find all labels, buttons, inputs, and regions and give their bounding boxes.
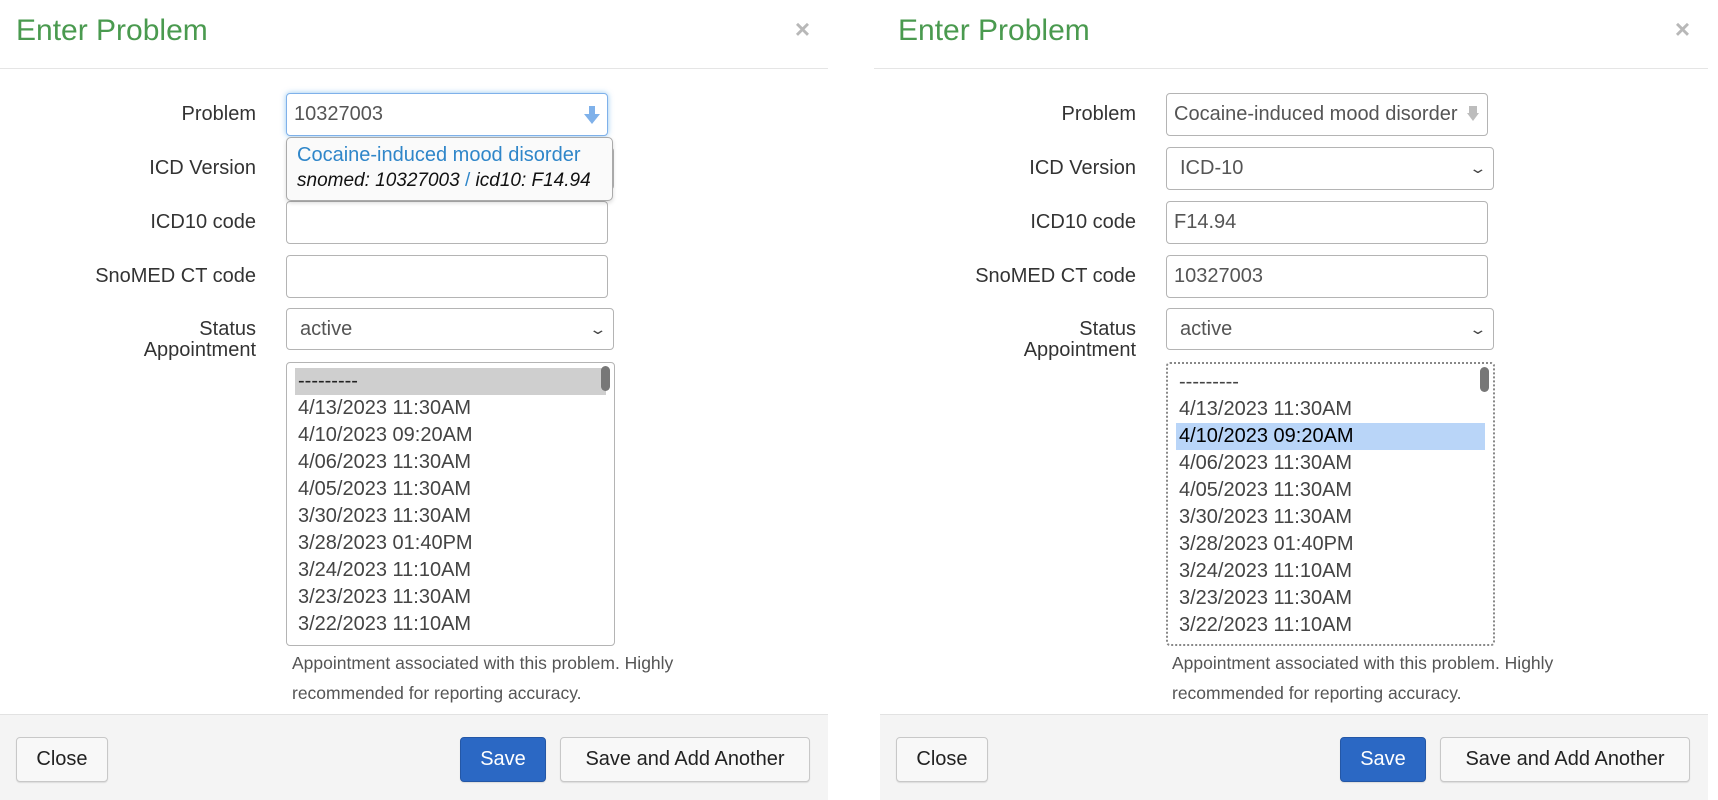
icd10-code-input[interactable]: F14.94 (1166, 201, 1488, 244)
appointment-option[interactable]: 3/24/2023 11:10AM (1176, 558, 1485, 585)
code-separator: / (464, 170, 471, 191)
dialog-title: Enter Problem (16, 14, 208, 47)
status-value: active (1180, 318, 1233, 340)
save-button[interactable]: Save (460, 737, 546, 782)
appointment-option[interactable]: 4/05/2023 11:30AM (295, 476, 606, 503)
problem-label: Problem (181, 103, 256, 125)
download-arrow-icon[interactable] (583, 104, 601, 126)
autocomplete-option-codes: snomed: 10327003 / icd10: F14.94 (297, 168, 602, 194)
appointment-option[interactable]: 3/28/2023 01:40PM (1176, 531, 1485, 558)
dropdown-arrow-icon[interactable] (1467, 106, 1479, 122)
icd10-code-value: F14.94 (1174, 211, 1237, 233)
appointment-option[interactable]: 3/23/2023 11:30AM (295, 584, 606, 611)
snomed-code-input[interactable] (286, 255, 608, 298)
appointment-option[interactable]: 3/22/2023 11:10AM (295, 611, 606, 638)
problem-input[interactable]: Cocaine-induced mood disorder (1166, 93, 1488, 136)
snomed-code-value: 10327003 (1174, 265, 1263, 287)
dialog-footer: Close Save Save and Add Another (0, 714, 828, 800)
appointment-option[interactable]: 3/22/2023 11:10AM (1176, 612, 1485, 639)
problem-input-value: 10327003 (294, 103, 383, 125)
dialog-footer: Close Save Save and Add Another (880, 714, 1708, 800)
icd10-code-label: ICD10 code (1030, 211, 1136, 233)
problem-label: Problem (1061, 103, 1136, 125)
appointment-label: Appointment (1023, 339, 1136, 361)
save-button[interactable]: Save (1340, 737, 1426, 782)
appointment-option[interactable]: 3/28/2023 01:40PM (295, 530, 606, 557)
close-icon[interactable]: × (795, 16, 810, 42)
enter-problem-dialog-right: Enter Problem × Problem Cocaine-induced … (874, 0, 1708, 800)
snomed-code-label: SnoMED CT code (975, 265, 1136, 287)
appointment-option[interactable]: 4/06/2023 11:30AM (1176, 450, 1485, 477)
save-and-add-another-button[interactable]: Save and Add Another (560, 737, 810, 782)
appointment-help-text: Appointment associated with this problem… (1172, 653, 1554, 703)
dialog-title: Enter Problem (898, 14, 1090, 47)
status-select[interactable]: active ⌄ (1166, 308, 1494, 350)
appointment-option[interactable]: 4/10/2023 09:20AM (1176, 423, 1485, 450)
icd-version-label: ICD Version (1029, 157, 1136, 179)
snomed-code-label: SnoMED CT code (95, 265, 256, 287)
appointment-option[interactable]: 4/13/2023 11:30AM (295, 395, 606, 422)
dialog-header: Enter Problem × (874, 0, 1708, 69)
appointment-option-clipped[interactable] (295, 638, 606, 645)
icd-version-label: ICD Version (149, 157, 256, 179)
dialog-header: Enter Problem × (0, 0, 828, 69)
status-value: active (300, 318, 353, 340)
chevron-down-icon: ⌄ (588, 321, 608, 337)
close-button[interactable]: Close (896, 737, 988, 782)
appointment-option[interactable]: 3/24/2023 11:10AM (295, 557, 606, 584)
status-select[interactable]: active ⌄ (286, 308, 614, 350)
autocomplete-dropdown[interactable]: Cocaine-induced mood disorder snomed: 10… (286, 137, 613, 201)
appointment-option[interactable]: 3/30/2023 11:30AM (295, 503, 606, 530)
icd-version-select[interactable]: ICD-10 ⌄ (1166, 147, 1494, 190)
snomed-code-text: snomed: 10327003 (297, 170, 460, 191)
enter-problem-dialog-left: Enter Problem × Problem 10327003 Cocaine… (0, 0, 828, 800)
problem-input-value: Cocaine-induced mood disorder (1174, 103, 1458, 125)
scrollbar-thumb[interactable] (601, 366, 610, 391)
icd10-code-text: icd10: F14.94 (475, 170, 591, 191)
appointment-option[interactable]: 3/30/2023 11:30AM (1176, 504, 1485, 531)
problem-input[interactable]: 10327003 (286, 93, 608, 136)
appointment-help-text: Appointment associated with this problem… (292, 653, 674, 703)
chevron-down-icon: ⌄ (1468, 321, 1488, 337)
appointment-option[interactable]: 4/10/2023 09:20AM (295, 422, 606, 449)
appointment-listbox[interactable]: --------- 4/13/2023 11:30AM 4/10/2023 09:2… (286, 362, 615, 646)
scrollbar-thumb[interactable] (1480, 367, 1489, 392)
appointment-option[interactable]: --------- (295, 368, 606, 395)
icd-version-value: ICD-10 (1180, 157, 1244, 179)
appointment-option[interactable]: 3/23/2023 11:30AM (1176, 585, 1485, 612)
appointment-option[interactable]: --------- (1176, 369, 1485, 396)
appointment-option[interactable]: 4/13/2023 11:30AM (1176, 396, 1485, 423)
autocomplete-option-name[interactable]: Cocaine-induced mood disorder (297, 142, 602, 168)
close-button[interactable]: Close (16, 737, 108, 782)
snomed-code-input[interactable]: 10327003 (1166, 255, 1488, 298)
appointment-listbox[interactable]: --------- 4/13/2023 11:30AM 4/10/2023 09:2… (1166, 362, 1495, 646)
appointment-option-clipped[interactable] (1176, 639, 1485, 644)
appointment-option[interactable]: 4/06/2023 11:30AM (295, 449, 606, 476)
close-icon[interactable]: × (1675, 16, 1690, 42)
icd10-code-input[interactable] (286, 201, 608, 244)
save-and-add-another-button[interactable]: Save and Add Another (1440, 737, 1690, 782)
appointment-option[interactable]: 4/05/2023 11:30AM (1176, 477, 1485, 504)
icd10-code-label: ICD10 code (150, 211, 256, 233)
appointment-label: Appointment (143, 339, 256, 361)
chevron-down-icon: ⌄ (1468, 160, 1488, 176)
